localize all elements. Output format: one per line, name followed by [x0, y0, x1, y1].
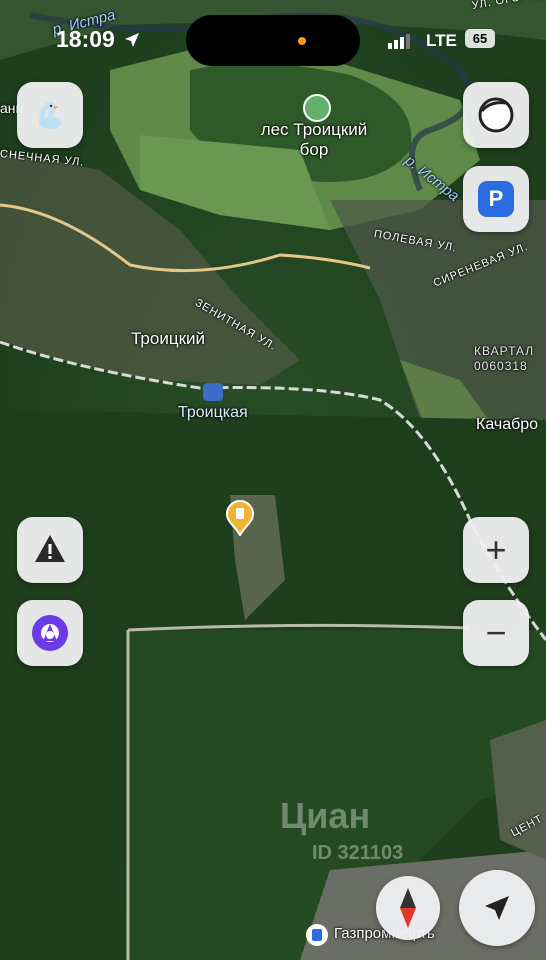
- cian-watermark-id: ID 321103: [312, 842, 404, 864]
- privacy-indicator-dot: [298, 37, 306, 45]
- status-bar: 18:09 LTE 65: [0, 0, 546, 80]
- forest-label: лес Троицкий бор: [258, 120, 370, 160]
- forest-label-line2: бор: [299, 140, 329, 159]
- alice-assistant-button[interactable]: [17, 600, 83, 666]
- forest-poi-icon[interactable]: [303, 94, 331, 122]
- forest-label-line1: лес Троицкий: [260, 120, 368, 139]
- railway-station-icon[interactable]: [203, 383, 223, 401]
- station-label[interactable]: Троицкая: [178, 404, 248, 422]
- compass-icon: [400, 888, 416, 928]
- location-arrow-icon: [125, 33, 139, 47]
- parking-button[interactable]: P: [463, 166, 529, 232]
- goose-icon: [39, 101, 61, 129]
- zoom-out-button[interactable]: −: [463, 600, 529, 666]
- alice-icon: [32, 615, 68, 651]
- kvartal-line1: КВАРТАЛ: [474, 344, 535, 358]
- layers-circle-icon: [478, 97, 514, 133]
- cian-watermark: Циан: [280, 795, 371, 836]
- zoom-in-button[interactable]: +: [463, 517, 529, 583]
- kvartal-line2: 0060318: [474, 359, 528, 373]
- cellular-signal-icon: [388, 34, 410, 49]
- plus-icon: +: [485, 529, 507, 570]
- profile-goose-button[interactable]: [17, 82, 83, 148]
- road-events-button[interactable]: [17, 517, 83, 583]
- warning-icon: [35, 535, 65, 562]
- settlement-label: Троицкий: [131, 329, 206, 348]
- location-pin-icon[interactable]: [225, 500, 255, 536]
- layers-button[interactable]: [463, 82, 529, 148]
- network-type: LTE: [426, 31, 457, 50]
- village-label-kachabrovo: Качабро: [476, 416, 539, 433]
- minus-icon: −: [485, 612, 507, 653]
- dynamic-island: [186, 15, 360, 66]
- compass-button[interactable]: [376, 876, 440, 940]
- fuel-station-icon[interactable]: [306, 924, 328, 946]
- kvartal-label: КВАРТАЛ 0060318: [474, 344, 534, 374]
- my-location-button[interactable]: [459, 870, 535, 946]
- navigation-arrow-icon: [485, 896, 509, 920]
- status-time: 18:09: [56, 26, 115, 52]
- battery-indicator: 65: [465, 29, 495, 48]
- parking-icon: P: [478, 181, 514, 217]
